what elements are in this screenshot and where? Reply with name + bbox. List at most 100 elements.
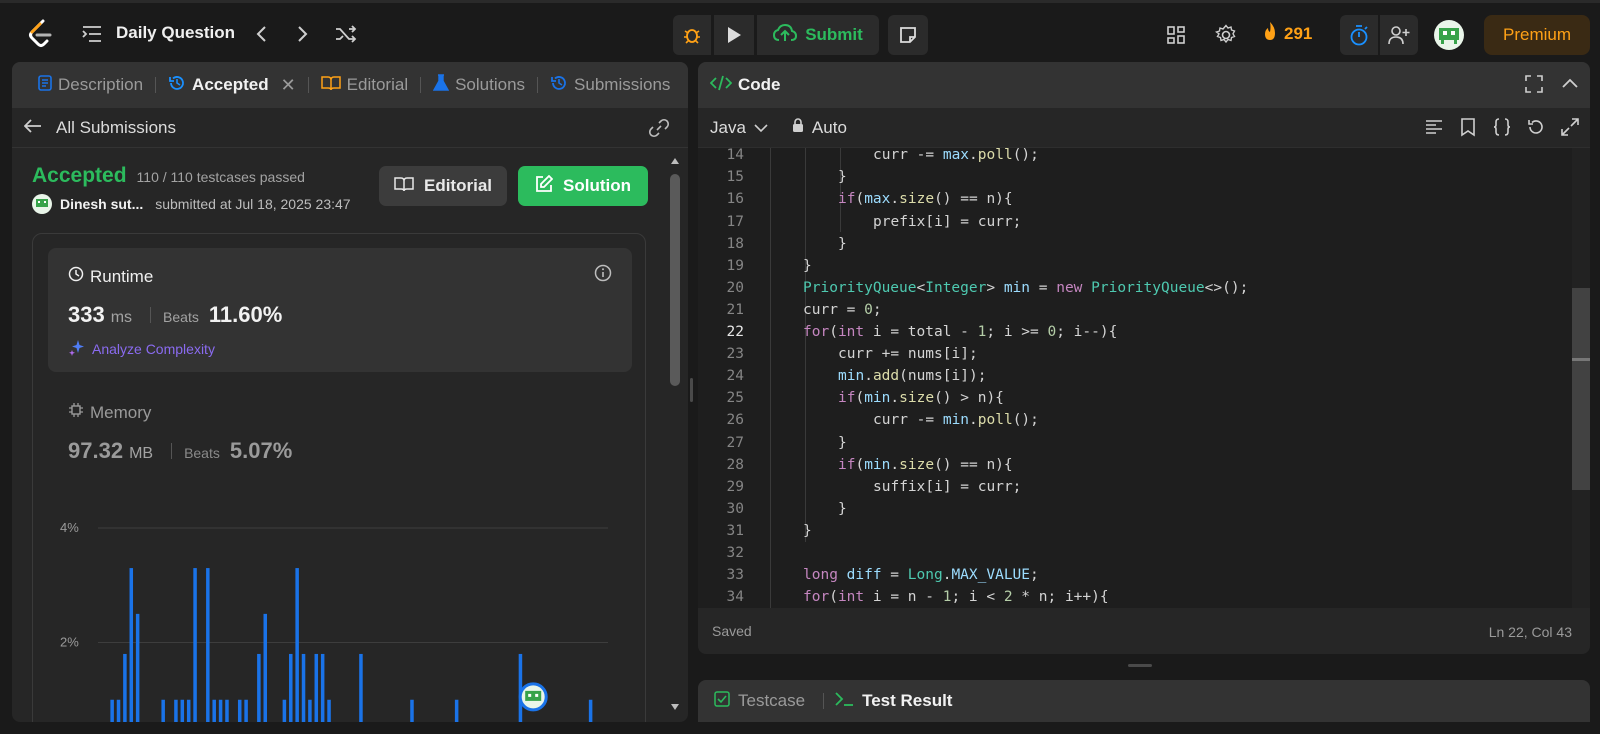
code-editor[interactable]: 14 curr -= max.poll(); 15} 16 if(max.size() … <box>698 148 1590 608</box>
submit-button[interactable]: Submit <box>757 15 879 55</box>
code-line[interactable]: 24 min.add(nums[i]); <box>698 365 1578 388</box>
distribution-bar[interactable] <box>116 699 121 722</box>
collapse-up-icon[interactable] <box>1560 74 1580 99</box>
tab-description[interactable]: Description <box>30 62 151 108</box>
vertical-resize-handle[interactable] <box>1128 664 1152 667</box>
solution-button[interactable]: Solution <box>518 166 648 206</box>
distribution-bar[interactable] <box>454 699 459 722</box>
code-line[interactable]: 25 if(min.size() > n){ <box>698 387 1578 410</box>
scrollbar-thumb[interactable] <box>1572 288 1590 490</box>
tab-submissions[interactable]: Submissions <box>542 62 678 108</box>
braces-icon[interactable] <box>1492 117 1512 142</box>
distribution-bar[interactable] <box>308 699 312 722</box>
code-line[interactable]: 21 curr = 0; <box>698 299 1578 322</box>
distribution-bar[interactable] <box>301 653 306 722</box>
code-line[interactable]: 22 for(int i = total - 1; i >= 0; i--){ <box>698 321 1578 344</box>
chevron-right-icon[interactable] <box>290 21 316 47</box>
run-button[interactable] <box>714 15 754 55</box>
analyze-complexity-link[interactable]: Analyze Complexity <box>68 338 215 359</box>
daily-question-title[interactable]: Daily Question <box>116 23 235 43</box>
code-line[interactable]: 14 curr -= max.poll(); <box>698 148 1578 167</box>
code-line[interactable]: 18} <box>698 232 1578 255</box>
notes-button[interactable] <box>888 15 928 55</box>
arrow-left-icon[interactable] <box>23 118 42 138</box>
distribution-bar[interactable] <box>518 653 523 722</box>
distribution-bar[interactable] <box>110 699 114 722</box>
premium-button[interactable]: Premium <box>1484 15 1590 55</box>
distribution-bar[interactable] <box>123 653 127 722</box>
memory-header[interactable]: Memory <box>68 402 151 423</box>
code-line[interactable]: 20 PriorityQueue<Integer> min = new Prior… <box>698 277 1578 300</box>
expand-icon[interactable] <box>1560 117 1580 142</box>
code-line[interactable]: 16 if(max.size() == n){ <box>698 188 1578 211</box>
code-line[interactable]: 34 for(int i = n - 1; i < 2 * n; i++){ <box>698 586 1578 608</box>
distribution-bar[interactable] <box>174 699 178 722</box>
chevron-left-icon[interactable] <box>248 21 274 47</box>
scroll-down-icon[interactable] <box>670 702 680 712</box>
timer-icon[interactable] <box>1340 15 1378 55</box>
fullscreen-icon[interactable] <box>1524 74 1544 99</box>
distribution-bar[interactable] <box>327 699 331 722</box>
distribution-bar[interactable] <box>257 653 261 722</box>
code-line[interactable]: 15} <box>698 166 1578 189</box>
tab-editorial[interactable]: Editorial <box>313 62 416 108</box>
distribution-bar[interactable] <box>218 699 223 722</box>
code-line[interactable]: 32 <box>698 542 1578 565</box>
add-friend-icon[interactable] <box>1380 15 1418 55</box>
streak-counter[interactable]: 291 <box>1262 21 1312 46</box>
distribution-bar[interactable] <box>180 699 185 722</box>
code-line[interactable]: 26 curr -= min.poll(); <box>698 409 1578 432</box>
distribution-bar[interactable] <box>135 613 140 722</box>
distribution-bar[interactable] <box>410 699 414 722</box>
format-align-icon[interactable] <box>1424 117 1444 142</box>
code-line[interactable]: 33 long diff = Long.MAX_VALUE; <box>698 564 1578 587</box>
info-icon[interactable] <box>594 264 612 287</box>
code-line[interactable]: 17 prefix[i] = curr; <box>698 210 1578 233</box>
left-scrollbar[interactable] <box>670 156 680 712</box>
code-line[interactable]: 28 if(min.size() == n){ <box>698 453 1578 476</box>
tab-accepted[interactable]: Accepted ✕ <box>160 62 304 108</box>
code-line[interactable]: 19} <box>698 255 1578 278</box>
auto-mode-toggle[interactable]: Auto <box>792 118 847 138</box>
bookmark-icon[interactable] <box>1458 117 1478 142</box>
settings-gear-icon[interactable] <box>1214 23 1238 47</box>
avatar[interactable] <box>32 194 52 214</box>
code-line[interactable]: 29 suffix[i] = curr; <box>698 476 1578 499</box>
link-icon[interactable] <box>648 118 670 143</box>
debug-button[interactable] <box>673 15 711 55</box>
distribution-bar[interactable] <box>289 653 293 722</box>
code-line[interactable]: 30} <box>698 498 1578 521</box>
panel-resize-handle[interactable] <box>690 378 693 402</box>
code-line[interactable]: 27} <box>698 431 1578 454</box>
reset-icon[interactable] <box>1526 117 1546 142</box>
distribution-bar[interactable] <box>588 699 593 722</box>
distribution-bar[interactable] <box>320 653 325 722</box>
distribution-bar[interactable] <box>263 613 268 722</box>
layout-grid-icon[interactable] <box>1164 23 1188 47</box>
problem-list-icon[interactable] <box>82 23 104 45</box>
distribution-bar[interactable] <box>225 699 229 722</box>
scrollbar-thumb[interactable] <box>670 174 680 386</box>
distribution-bar[interactable] <box>314 653 319 722</box>
distribution-bar[interactable] <box>237 699 242 722</box>
runtime-distribution-chart[interactable]: 4% 2% <box>48 512 624 722</box>
distribution-bar[interactable] <box>282 699 287 722</box>
editorial-button[interactable]: Editorial <box>379 166 507 206</box>
editor-scrollbar[interactable] <box>1572 148 1590 608</box>
distribution-bar[interactable] <box>206 568 210 722</box>
distribution-bar[interactable] <box>295 568 299 722</box>
distribution-bar[interactable] <box>212 699 216 722</box>
runtime-card[interactable]: Runtime 333 ms Beats 11.60% Analyze Comp… <box>48 248 632 372</box>
tab-testcase[interactable]: Testcase <box>714 690 813 712</box>
leetcode-logo-icon[interactable] <box>26 19 54 49</box>
distribution-bar[interactable] <box>129 568 134 722</box>
code-line[interactable]: 31} <box>698 520 1578 543</box>
tab-test-result[interactable]: Test Result <box>834 691 960 712</box>
close-tab-icon[interactable]: ✕ <box>281 75 296 96</box>
tab-solutions[interactable]: Solutions <box>425 62 533 108</box>
scroll-up-icon[interactable] <box>670 156 680 166</box>
username[interactable]: Dinesh sut... <box>60 196 143 212</box>
user-avatar[interactable] <box>1434 20 1464 50</box>
code-line[interactable]: 23 curr += nums[i]; <box>698 343 1578 366</box>
distribution-bar[interactable] <box>193 568 197 722</box>
